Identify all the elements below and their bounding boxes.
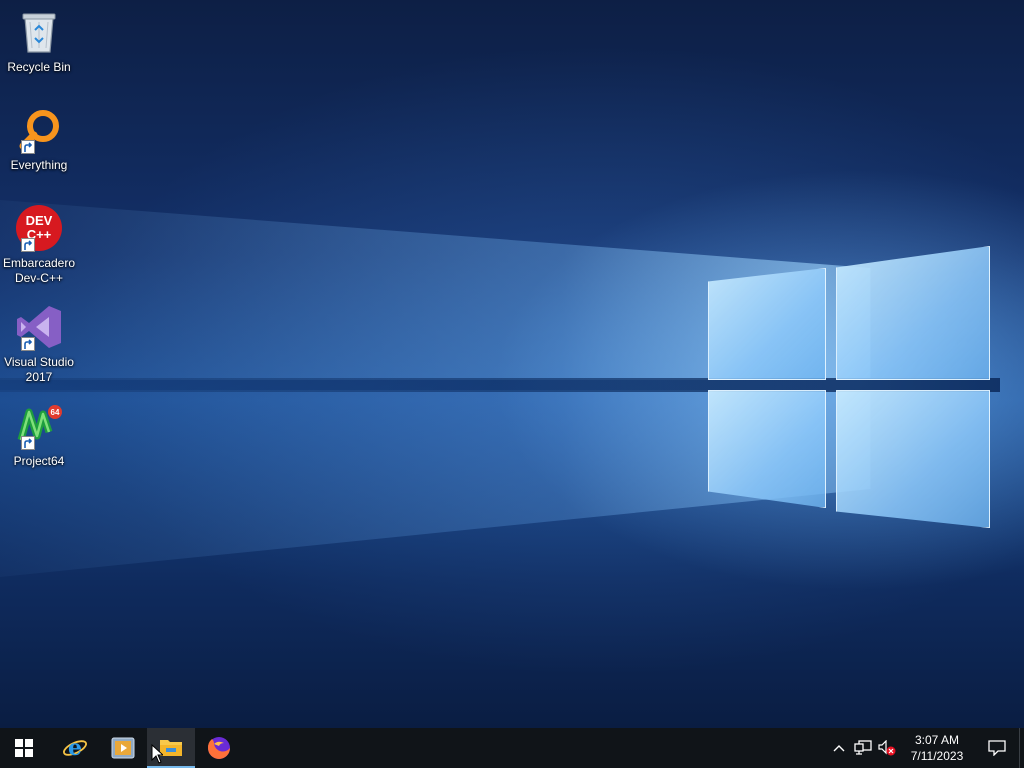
desktop-icon-label: Project64 <box>13 454 65 468</box>
desktop-icon-devcpp[interactable]: DEV C++ Embarcadero Dev-C++ <box>2 204 76 286</box>
logo-pane-top-left <box>708 268 826 380</box>
project64-badge: 64 <box>51 408 60 417</box>
desktop-icon-everything[interactable]: Everything <box>2 106 76 173</box>
logo-pane-top-right <box>836 246 990 380</box>
desktop-icon-label: Embarcadero Dev-C++ <box>2 256 76 285</box>
internet-explorer-icon: e <box>63 735 87 761</box>
everything-search-icon <box>15 106 63 154</box>
project64-icon: 64 <box>15 402 63 450</box>
logo-pane-bottom-left <box>708 390 826 508</box>
shortcut-arrow-icon <box>21 238 35 252</box>
taskbar: e 3:07 AM 7/11/2023 <box>0 728 1024 768</box>
taskbar-app-firefox[interactable] <box>195 728 243 768</box>
desktop[interactable]: Recycle Bin Everything DEV C++ Embarcade… <box>0 0 1024 728</box>
recycle-bin-icon <box>15 8 63 56</box>
shortcut-arrow-icon <box>21 337 35 351</box>
logo-pane-bottom-right <box>836 390 990 528</box>
start-button[interactable] <box>0 728 48 768</box>
desktop-icon-label: Recycle Bin <box>7 60 71 74</box>
desktop-icon-recycle-bin[interactable]: Recycle Bin <box>2 8 76 75</box>
notification-icon <box>988 740 1006 756</box>
devcpp-badge-line1: DEV <box>26 213 53 228</box>
clock-date: 7/11/2023 <box>910 749 964 763</box>
devcpp-icon: DEV C++ <box>15 204 63 252</box>
desktop-icon-label: Everything <box>10 158 68 172</box>
show-hidden-icons-button[interactable] <box>827 728 851 768</box>
clock-time: 3:07 AM <box>914 733 960 747</box>
network-button[interactable] <box>851 728 875 768</box>
volume-button[interactable] <box>875 728 899 768</box>
system-tray: 3:07 AM 7/11/2023 <box>827 728 1024 768</box>
media-player-icon <box>111 737 135 759</box>
desktop-icon-label: Visual Studio 2017 <box>4 355 74 384</box>
firefox-icon <box>207 737 230 759</box>
taskbar-clock[interactable]: 3:07 AM 7/11/2023 <box>899 728 975 768</box>
network-icon <box>854 740 872 755</box>
taskbar-app-file-explorer[interactable] <box>147 728 195 768</box>
taskbar-app-media-player[interactable] <box>99 728 147 768</box>
ie-glyph: e <box>68 735 82 761</box>
shortcut-arrow-icon <box>21 140 35 154</box>
show-desktop-button[interactable] <box>1019 728 1024 768</box>
windows-wallpaper-logo <box>704 246 992 528</box>
visual-studio-icon <box>15 303 63 351</box>
desktop-icon-visual-studio[interactable]: Visual Studio 2017 <box>2 303 76 385</box>
taskbar-app-internet-explorer[interactable]: e <box>51 728 99 768</box>
volume-muted-icon <box>878 740 896 756</box>
windows-start-icon <box>15 739 33 757</box>
chevron-up-icon <box>833 745 845 752</box>
file-explorer-icon <box>160 740 182 756</box>
shortcut-arrow-icon <box>21 436 35 450</box>
action-center-button[interactable] <box>975 728 1019 768</box>
desktop-icon-project64[interactable]: 64 Project64 <box>2 402 76 469</box>
